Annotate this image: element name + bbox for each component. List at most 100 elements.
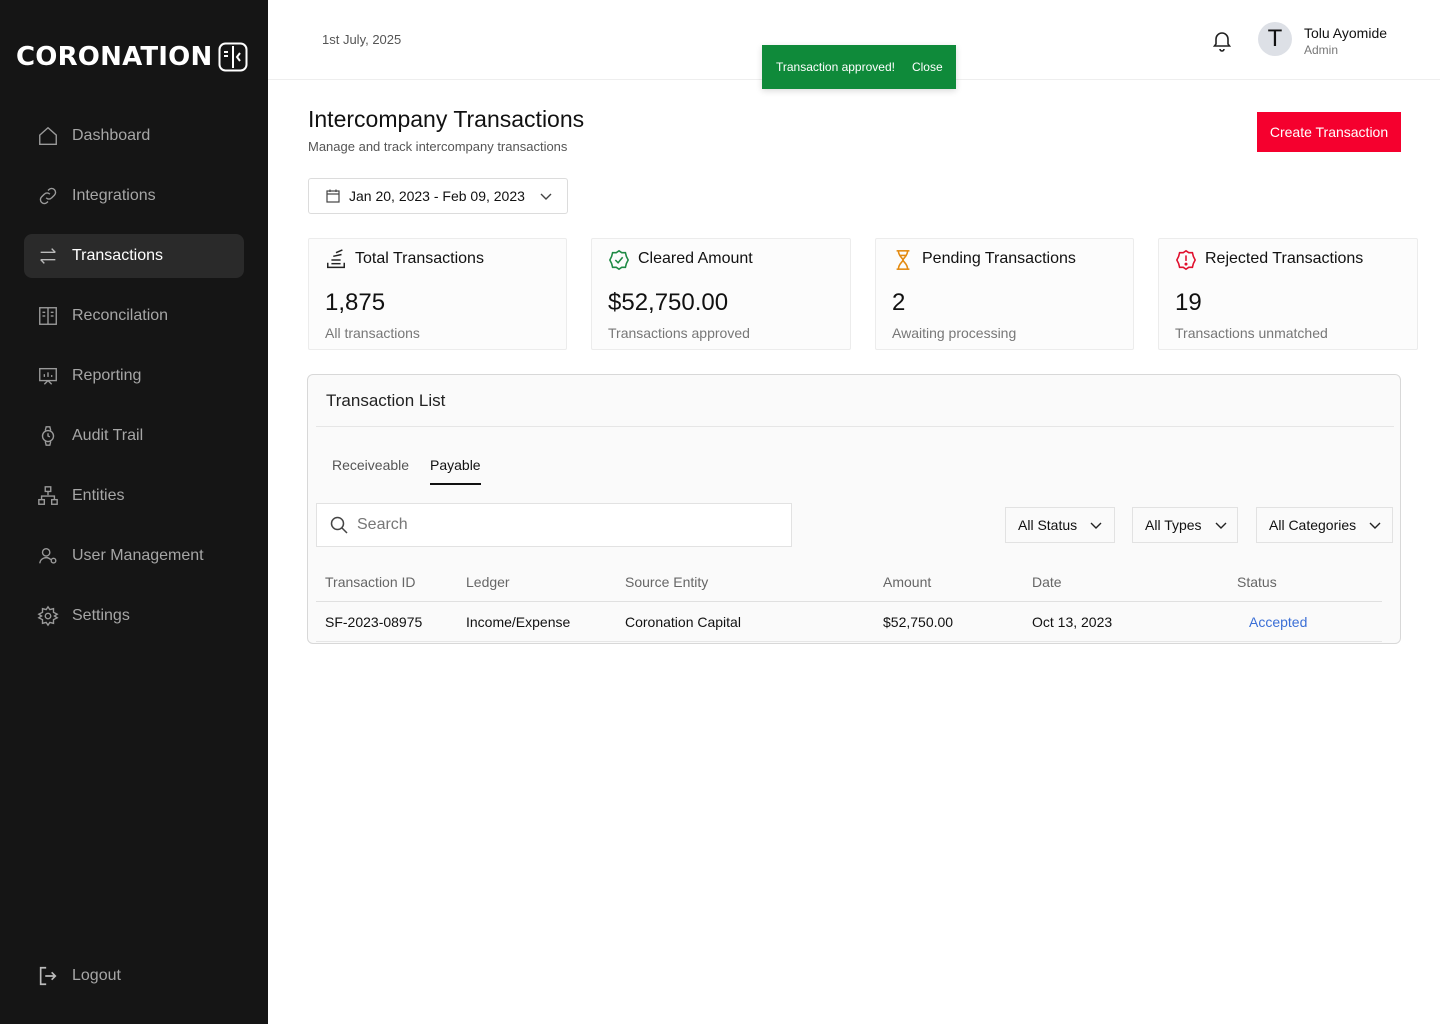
tab-receiveable[interactable]: Receiveable	[332, 457, 409, 483]
user-name: Tolu Ayomide	[1304, 25, 1388, 41]
sidebar-collapse-icon[interactable]	[218, 42, 248, 72]
cell-ledger: Income/Expense	[466, 614, 571, 630]
current-date: 1st July, 2025	[322, 32, 402, 47]
sidebar-item-user-management[interactable]: User Management	[24, 534, 244, 578]
sidebar-item-settings[interactable]: Settings	[24, 594, 244, 638]
brand-logo: CORONATION	[16, 40, 248, 74]
toast-message: Transaction approved!	[776, 60, 895, 74]
gear-icon	[36, 604, 60, 628]
sidebar-item-label: Settings	[72, 607, 130, 624]
search-input[interactable]	[357, 516, 777, 534]
link-icon	[36, 184, 60, 208]
stat-subtitle: Awaiting processing	[892, 325, 1017, 341]
sidebar-item-dashboard[interactable]: Dashboard	[24, 114, 244, 158]
alert-octagon-icon	[1175, 249, 1197, 271]
sidebar-nav: Dashboard Integrations Transactions Reco…	[24, 114, 244, 654]
page-subtitle: Manage and track intercompany transactio…	[308, 139, 568, 154]
sidebar-item-entities[interactable]: Entities	[24, 474, 244, 518]
watch-icon	[36, 424, 60, 448]
logout-icon	[36, 964, 60, 988]
stat-card-cleared: Cleared Amount $52,750.00 Transactions a…	[591, 238, 851, 350]
sidebar-item-label: Integrations	[72, 187, 156, 204]
page-title: Intercompany Transactions	[308, 106, 585, 132]
create-transaction-button[interactable]: Create Transaction	[1257, 112, 1401, 152]
success-toast: Transaction approved! Close	[762, 45, 956, 89]
sidebar-item-label: Audit Trail	[72, 427, 144, 444]
stat-subtitle: All transactions	[325, 325, 420, 341]
cell-date: Oct 13, 2023	[1032, 614, 1113, 630]
search-box[interactable]	[316, 503, 792, 547]
hierarchy-icon	[36, 484, 60, 508]
column-header-amount[interactable]: Amount	[883, 574, 931, 590]
search-icon	[330, 516, 348, 534]
stat-subtitle: Transactions approved	[608, 325, 750, 341]
stat-card-total: Total Transactions 1,875 All transaction…	[308, 238, 567, 350]
sidebar-item-label: Transactions	[72, 247, 163, 264]
sidebar-item-integrations[interactable]: Integrations	[24, 174, 244, 218]
sidebar-item-label: Reporting	[72, 367, 142, 384]
logout-button[interactable]: Logout	[36, 964, 121, 988]
cell-amount: $52,750.00	[883, 614, 954, 630]
home-icon	[36, 124, 60, 148]
sidebar-item-audit-trail[interactable]: Audit Trail	[24, 414, 244, 458]
sidebar-item-label: Reconcilation	[72, 307, 169, 324]
stat-value: $52,750.00	[608, 289, 729, 316]
status-badge[interactable]: Accepted	[1249, 614, 1307, 630]
toast-close-button[interactable]: Close	[912, 60, 943, 74]
column-header-date[interactable]: Date	[1032, 574, 1062, 590]
date-range-picker[interactable]: Jan 20, 2023 - Feb 09, 2023	[308, 178, 568, 214]
cell-source-entity: Coronation Capital	[625, 614, 741, 630]
stat-value: 19	[1175, 289, 1202, 316]
user-role: Admin	[1304, 43, 1339, 57]
panel-title: Transaction List	[326, 391, 446, 410]
sidebar-item-transactions[interactable]: Transactions	[24, 234, 244, 278]
brand-name: CORONATION	[16, 42, 213, 72]
table-header-divider	[316, 601, 1382, 602]
user-gear-icon	[36, 544, 60, 568]
arrows-icon	[36, 244, 60, 268]
filter-label: All Types	[1145, 517, 1202, 533]
stat-title: Pending Transactions	[922, 250, 1076, 267]
stack-icon	[325, 249, 347, 271]
stat-card-pending: Pending Transactions 2 Awaiting processi…	[875, 238, 1134, 350]
transaction-list-panel: Transaction List Receiveable Payable All…	[307, 374, 1401, 644]
divider	[316, 426, 1394, 427]
type-filter-dropdown[interactable]: All Types	[1132, 507, 1238, 543]
chevron-down-icon	[1090, 522, 1102, 529]
notification-bell-icon[interactable]	[1210, 28, 1234, 52]
avatar[interactable]: T	[1258, 22, 1292, 56]
stat-card-rejected: Rejected Transactions 19 Transactions un…	[1158, 238, 1418, 350]
stat-title: Total Transactions	[355, 250, 484, 267]
column-header-status[interactable]: Status	[1237, 574, 1277, 590]
logout-label: Logout	[72, 967, 121, 984]
calendar-icon	[326, 189, 340, 203]
tab-payable[interactable]: Payable	[430, 457, 481, 485]
date-range-label: Jan 20, 2023 - Feb 09, 2023	[349, 188, 525, 204]
filter-label: All Status	[1018, 517, 1078, 533]
chevron-down-icon	[540, 193, 552, 200]
sidebar-item-label: Dashboard	[72, 127, 151, 144]
sidebar-item-reporting[interactable]: Reporting	[24, 354, 244, 398]
status-filter-dropdown[interactable]: All Status	[1005, 507, 1115, 543]
category-filter-dropdown[interactable]: All Categories	[1256, 507, 1393, 543]
chevron-down-icon	[1215, 522, 1227, 529]
column-header-source-entity[interactable]: Source Entity	[625, 574, 708, 590]
hourglass-icon	[892, 249, 914, 271]
row-divider	[316, 641, 1382, 642]
sidebar-item-reconcilation[interactable]: Reconcilation	[24, 294, 244, 338]
stat-subtitle: Transactions unmatched	[1175, 325, 1328, 341]
sidebar-item-label: User Management	[72, 547, 204, 564]
sidebar: CORONATION Dashboard Integrations Transa…	[0, 0, 268, 1024]
stat-value: 1,875	[325, 289, 386, 316]
verified-badge-icon	[608, 249, 630, 271]
stat-value: 2	[892, 289, 906, 316]
filter-label: All Categories	[1269, 517, 1357, 533]
ledger-icon	[36, 304, 60, 328]
stat-title: Cleared Amount	[638, 250, 753, 267]
sidebar-item-label: Entities	[72, 487, 125, 504]
chevron-down-icon	[1369, 522, 1381, 529]
stat-title: Rejected Transactions	[1205, 250, 1364, 267]
column-header-transaction-id[interactable]: Transaction ID	[325, 574, 416, 590]
presentation-chart-icon	[36, 364, 60, 388]
column-header-ledger[interactable]: Ledger	[466, 574, 510, 590]
